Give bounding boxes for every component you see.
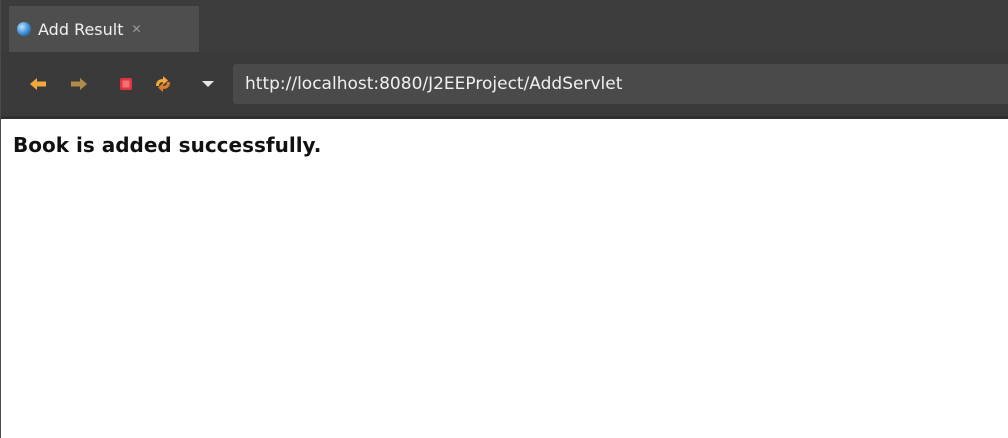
globe-icon — [17, 22, 31, 36]
refresh-icon — [156, 76, 170, 92]
history-dropdown-button[interactable] — [197, 73, 219, 95]
chevron-down-icon — [202, 81, 214, 87]
browser-window: Add Result ✕ http://localhost:8080/J2EEP… — [0, 0, 1008, 438]
tab-bar: Add Result ✕ — [1, 0, 1008, 52]
close-icon[interactable]: ✕ — [132, 23, 142, 35]
stop-icon — [120, 78, 132, 90]
arrow-left-icon — [30, 78, 46, 90]
refresh-button[interactable] — [152, 73, 174, 95]
stop-button[interactable] — [115, 73, 137, 95]
success-message: Book is added successfully. — [13, 133, 322, 157]
page-content: Book is added successfully. — [1, 119, 1008, 169]
url-input[interactable]: http://localhost:8080/J2EEProject/AddSer… — [233, 64, 1008, 104]
arrow-right-icon — [71, 78, 87, 90]
back-button[interactable] — [27, 73, 49, 95]
tab-label: Add Result — [38, 19, 124, 39]
forward-button[interactable] — [68, 73, 90, 95]
tab-add-result[interactable]: Add Result ✕ — [9, 6, 199, 52]
navigation-bar: http://localhost:8080/J2EEProject/AddSer… — [1, 52, 1008, 116]
